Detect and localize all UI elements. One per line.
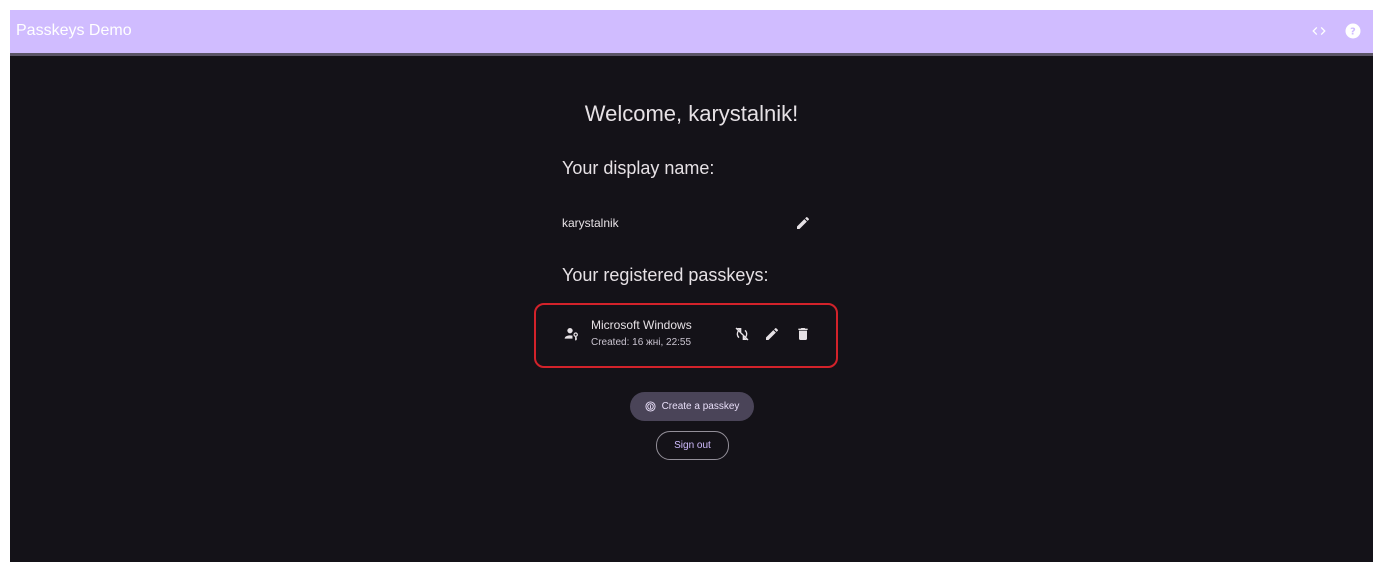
passkey-user-icon <box>564 328 578 341</box>
fingerprint-icon <box>645 401 656 412</box>
delete-passkey-button[interactable] <box>792 323 814 345</box>
code-icon[interactable] <box>1309 21 1329 41</box>
edit-icon <box>766 327 779 340</box>
main-content: Welcome, karystalnik! Your display name:… <box>10 56 1373 562</box>
display-name-label: Your display name: <box>562 158 715 178</box>
create-passkey-label: Create a passkey <box>661 401 740 412</box>
help-icon[interactable]: ? <box>1343 21 1363 41</box>
app-bar-actions: ? <box>1309 21 1363 41</box>
passkeys-label: Your registered passkeys: <box>562 265 769 285</box>
sign-out-label: Sign out <box>674 440 711 451</box>
app-bar: Passkeys Demo ? <box>10 10 1373 56</box>
app-window: Passkeys Demo ? Welcome, karystalnik! Yo… <box>10 10 1373 562</box>
sync-disabled-icon <box>735 327 749 341</box>
edit-passkey-button[interactable] <box>761 323 783 345</box>
sync-status-button[interactable] <box>731 323 753 345</box>
svg-text:?: ? <box>1350 26 1356 37</box>
edit-display-name-button[interactable] <box>792 212 814 234</box>
create-passkey-button[interactable]: Create a passkey <box>630 392 754 421</box>
edit-icon <box>797 216 810 229</box>
app-title: Passkeys Demo <box>16 22 132 39</box>
display-name-row: karystalnik <box>562 211 812 235</box>
delete-icon <box>798 328 808 340</box>
display-name-value: karystalnik <box>562 216 619 230</box>
welcome-heading: Welcome, karystalnik! <box>584 101 799 126</box>
sign-out-button[interactable]: Sign out <box>656 431 729 460</box>
passkey-list-item: Microsoft Windows Created: 16 жні, 22:55 <box>534 303 838 368</box>
passkey-created-date: Created: 16 жні, 22:55 <box>591 337 692 348</box>
passkey-name: Microsoft Windows <box>591 318 692 332</box>
